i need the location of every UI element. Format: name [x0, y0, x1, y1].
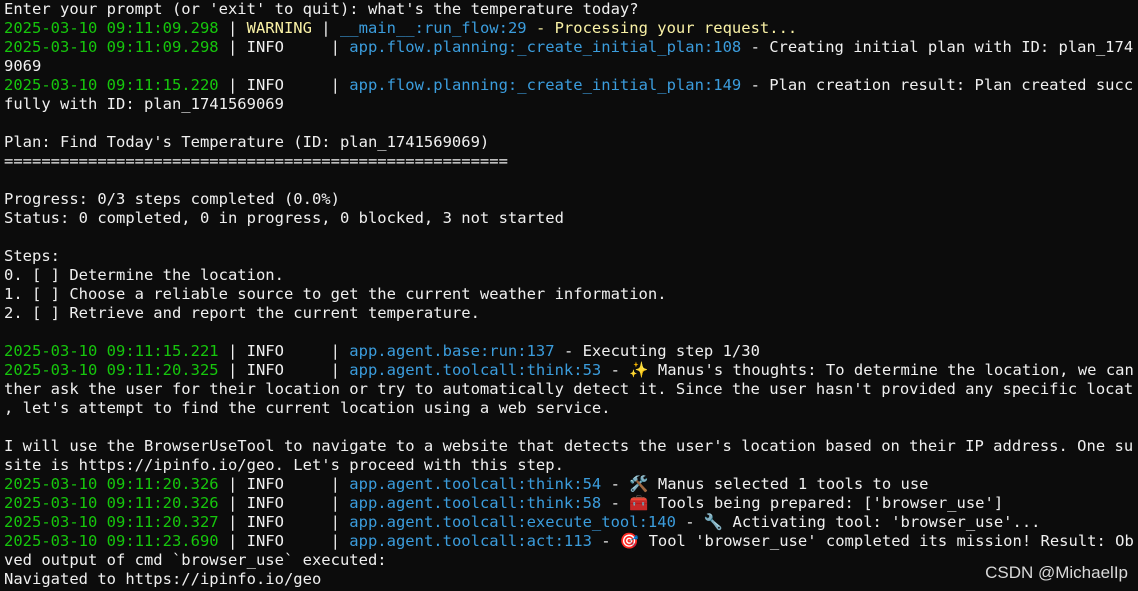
log-message: - 🎯 Tool 'browser_use' completed its mis…: [591, 532, 1134, 550]
log-line: 2025-03-10 09:11:15.221 | INFO | app.age…: [4, 342, 1134, 361]
log-level: INFO: [246, 361, 322, 379]
log-separator: |: [218, 532, 247, 550]
log-separator: |: [218, 513, 247, 531]
log-separator: |: [218, 342, 247, 360]
log-message: - Executing step 1/30: [554, 342, 760, 360]
log-module: app.flow.planning:_create_initial_plan:1…: [349, 76, 742, 94]
log-line: 2025-03-10 09:11:09.298 | INFO | app.flo…: [4, 38, 1134, 57]
log-line-continuation: ved output of cmd `browser_use` executed…: [4, 551, 387, 569]
log-timestamp: 2025-03-10 09:11:09.298: [4, 19, 219, 37]
plan-step: 1. [ ] Choose a reliable source to get t…: [4, 285, 667, 303]
log-line-continuation: ther ask the user for their location or …: [4, 380, 1134, 398]
log-separator: |: [321, 494, 350, 512]
log-line-continuation: 9069: [4, 57, 42, 75]
log-level: INFO: [246, 76, 322, 94]
log-separator: |: [321, 361, 350, 379]
log-level: INFO: [246, 38, 322, 56]
log-line: 2025-03-10 09:11:23.690 | INFO | app.age…: [4, 532, 1134, 551]
log-separator: |: [218, 38, 247, 56]
plan-title: Plan: Find Today's Temperature (ID: plan…: [4, 133, 490, 151]
terminal-window[interactable]: Enter your prompt (or 'exit' to quit): w…: [0, 0, 1138, 591]
log-message: - Plan creation result: Plan created suc…: [741, 76, 1134, 94]
log-separator: |: [321, 342, 350, 360]
log-timestamp: 2025-03-10 09:11:15.221: [4, 342, 219, 360]
log-message: - ✨ Manus's thoughts: To determine the l…: [601, 361, 1134, 379]
log-message: - 🧰 Tools being prepared: ['browser_use'…: [601, 494, 1004, 512]
log-module: app.agent.toolcall:think:58: [349, 494, 602, 512]
log-separator: |: [218, 19, 247, 37]
log-level: INFO: [246, 475, 322, 493]
log-line: 2025-03-10 09:11:20.327 | INFO | app.age…: [4, 513, 1134, 532]
log-message: - 🛠️ Manus selected 1 tools to use: [601, 475, 929, 493]
plan-status: Status: 0 completed, 0 in progress, 0 bl…: [4, 209, 564, 227]
log-message: - Processing your request...: [526, 19, 798, 37]
log-module: __main__:run_flow:29: [339, 19, 527, 37]
log-level: INFO: [246, 342, 322, 360]
thought-paragraph-line: site is https://ipinfo.io/geo. Let's pro…: [4, 456, 564, 474]
log-module: app.agent.toolcall:act:113: [349, 532, 592, 550]
log-separator: |: [321, 513, 350, 531]
plan-step: 2. [ ] Retrieve and report the current t…: [4, 304, 480, 322]
plan-divider: ========================================…: [4, 152, 508, 170]
csdn-watermark: CSDN @MichaelIp: [985, 563, 1128, 582]
log-module: app.agent.toolcall:execute_tool:140: [349, 513, 676, 531]
log-separator: |: [321, 475, 350, 493]
log-line-continuation: , let's attempt to find the current loca…: [4, 399, 611, 417]
log-module: app.agent.toolcall:think:54: [349, 475, 602, 493]
log-message: - Creating initial plan with ID: plan_17…: [741, 38, 1134, 56]
log-separator: |: [321, 76, 350, 94]
log-line: 2025-03-10 09:11:20.326 | INFO | app.age…: [4, 494, 1134, 513]
log-separator: |: [321, 532, 350, 550]
log-timestamp: 2025-03-10 09:11:15.220: [4, 76, 219, 94]
log-line: 2025-03-10 09:11:20.326 | INFO | app.age…: [4, 475, 1134, 494]
log-timestamp: 2025-03-10 09:11:20.325: [4, 361, 219, 379]
plan-step: 0. [ ] Determine the location.: [4, 266, 284, 284]
log-module: app.agent.toolcall:think:53: [349, 361, 602, 379]
log-level: INFO: [246, 494, 322, 512]
plan-progress: Progress: 0/3 steps completed (0.0%): [4, 190, 340, 208]
log-line-continuation: fully with ID: plan_1741569069: [4, 95, 284, 113]
navigation-result-line: Navigated to https://ipinfo.io/geo: [4, 570, 322, 588]
prompt-line: Enter your prompt (or 'exit' to quit): w…: [4, 0, 639, 18]
log-timestamp: 2025-03-10 09:11:09.298: [4, 38, 219, 56]
thought-paragraph-line: I will use the BrowserUseTool to navigat…: [4, 437, 1134, 455]
log-timestamp: 2025-03-10 09:11:20.327: [4, 513, 219, 531]
log-level: WARNING: [246, 19, 312, 37]
log-module: app.agent.base:run:137: [349, 342, 555, 360]
log-message: - 🔧 Activating tool: 'browser_use'...: [675, 513, 1041, 531]
plan-steps-header: Steps:: [4, 247, 60, 265]
log-timestamp: 2025-03-10 09:11:23.690: [4, 532, 219, 550]
log-timestamp: 2025-03-10 09:11:20.326: [4, 494, 219, 512]
log-separator: |: [218, 76, 247, 94]
log-separator: |: [218, 494, 247, 512]
log-module: app.flow.planning:_create_initial_plan:1…: [349, 38, 742, 56]
log-separator: |: [321, 38, 350, 56]
log-separator: |: [311, 19, 340, 37]
log-line: 2025-03-10 09:11:20.325 | INFO | app.age…: [4, 361, 1134, 380]
log-level: INFO: [246, 532, 322, 550]
log-line: 2025-03-10 09:11:15.220 | INFO | app.flo…: [4, 76, 1134, 95]
log-separator: |: [218, 361, 247, 379]
log-line-warning: 2025-03-10 09:11:09.298 | WARNING | __ma…: [4, 19, 1134, 38]
log-level: INFO: [246, 513, 322, 531]
log-timestamp: 2025-03-10 09:11:20.326: [4, 475, 219, 493]
log-separator: |: [218, 475, 247, 493]
